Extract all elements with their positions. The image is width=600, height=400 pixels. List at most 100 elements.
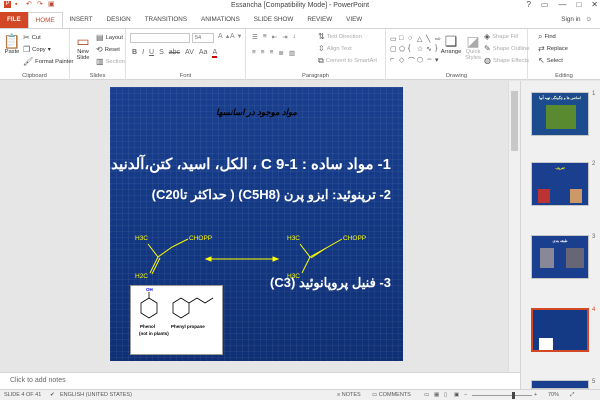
tab-slide-show[interactable]: SLIDE SHOW: [247, 12, 301, 28]
smiley-icon[interactable]: ☺: [586, 16, 592, 28]
tab-insert[interactable]: INSERT: [63, 12, 100, 28]
shape-fill-button[interactable]: ◈ Shape Fill: [484, 32, 518, 41]
spacing-button[interactable]: AV: [185, 49, 194, 58]
bullets-icon[interactable]: ☰: [252, 33, 258, 41]
align-left-icon[interactable]: ≡: [252, 49, 256, 57]
comments-toggle[interactable]: ▭ COMMENTS: [372, 392, 411, 398]
align-center-icon[interactable]: ≡: [261, 49, 265, 57]
smartart-button[interactable]: ⧉ Convert to SmartArt: [318, 56, 377, 66]
scrollbar-thumb[interactable]: [511, 91, 518, 151]
paste-button[interactable]: 📋 Paste: [3, 33, 21, 55]
minimize-button[interactable]: —: [558, 0, 566, 9]
reset-button[interactable]: ⟲ Reset: [96, 45, 120, 54]
thumbnail-slide-4[interactable]: [531, 308, 589, 352]
rounded-rect-shape-icon[interactable]: ▢: [390, 45, 398, 54]
tab-design[interactable]: DESIGN: [100, 12, 138, 28]
decrease-indent-icon[interactable]: ⇤: [272, 33, 277, 41]
font-name-field[interactable]: [130, 33, 190, 43]
tab-review[interactable]: REVIEW: [300, 12, 339, 28]
tab-home[interactable]: HOME: [27, 12, 63, 28]
case-button[interactable]: Aa: [199, 49, 208, 58]
maximize-button[interactable]: □: [576, 0, 581, 9]
strikethrough-button[interactable]: abc: [169, 49, 180, 58]
columns-icon[interactable]: ▥: [289, 49, 295, 57]
hexagon-shape-icon[interactable]: ⬡: [417, 56, 425, 67]
triangle-shape-icon[interactable]: △: [417, 35, 425, 44]
oval-shape-icon[interactable]: ○: [408, 35, 416, 44]
quick-styles-button[interactable]: ◪ Quick Styles: [462, 33, 484, 61]
zoom-in-button[interactable]: +: [534, 392, 537, 398]
l-shape-icon[interactable]: ⌐: [390, 56, 398, 67]
bold-button[interactable]: B: [132, 49, 137, 58]
curve-shape-icon[interactable]: ∿: [426, 45, 434, 54]
sign-in-link[interactable]: Sign in: [561, 16, 580, 28]
thumbnail-slide-3[interactable]: طبقه بندی: [531, 235, 589, 279]
replace-button[interactable]: ⇄ Replace: [538, 44, 568, 53]
notes-toggle[interactable]: ≡ NOTES: [337, 392, 361, 398]
font-color-button[interactable]: A: [212, 49, 218, 58]
shrink-font-button[interactable]: A ▼: [230, 33, 242, 40]
new-slide-button[interactable]: ▭ New Slide: [72, 33, 94, 61]
slide-sorter-icon[interactable]: ▦: [434, 392, 439, 398]
ribbon-display-button[interactable]: ▭: [541, 0, 549, 9]
zoom-level[interactable]: 70%: [548, 392, 559, 398]
double-arrow-shape-icon[interactable]: ⇔: [426, 56, 434, 67]
language-indicator[interactable]: ENGLISH (UNITED STATES): [60, 392, 132, 398]
arrange-button[interactable]: ❏ Arrange: [440, 33, 462, 55]
select-button[interactable]: ↖ Select: [538, 56, 563, 65]
pentagon-shape-icon[interactable]: ⬠: [399, 45, 407, 54]
zoom-slider[interactable]: [472, 392, 532, 399]
justify-icon[interactable]: ≣: [278, 49, 283, 57]
normal-view-icon[interactable]: ▭: [424, 392, 429, 398]
shape-outline-button[interactable]: ✎ Shape Outline: [484, 44, 529, 53]
thumbnail-slide-5[interactable]: [531, 380, 589, 389]
thumbnail-slide-1[interactable]: اسانس ها و چگونگی تهیه آنها: [531, 92, 589, 136]
shapes-gallery[interactable]: ▭ □ ○ △ ╲ ⇨ ▢ ⬠{☆ ∿} ⌐ ◇ ⌒ ⬡ ⇔ ▾: [390, 35, 441, 67]
layout-button[interactable]: ▤ Layout: [96, 33, 123, 42]
zoom-slider-knob[interactable]: [512, 392, 515, 399]
font-size-field[interactable]: 54: [192, 33, 214, 43]
copy-button[interactable]: ❐ Copy ▾: [23, 45, 51, 54]
help-button[interactable]: ?: [526, 0, 530, 9]
editor-scrollbar[interactable]: [508, 81, 520, 372]
find-button[interactable]: ⌕ Find: [538, 32, 556, 42]
diamond-shape-icon[interactable]: ◇: [399, 56, 407, 67]
numbering-icon[interactable]: ≡: [263, 33, 267, 41]
phenol-structure-image[interactable]: OH Phenol Phenyl propane (not in plants): [130, 285, 223, 355]
zoom-out-button[interactable]: −: [464, 392, 467, 398]
grow-font-button[interactable]: A ▲: [218, 33, 230, 40]
rect-shape-icon[interactable]: □: [399, 35, 407, 44]
thumbnail-slide-2[interactable]: تعریف: [531, 162, 589, 206]
align-right-icon[interactable]: ≡: [270, 49, 274, 57]
underline-button[interactable]: U: [149, 49, 154, 58]
section-button[interactable]: ▥ Section: [96, 57, 125, 66]
shape-effects-button[interactable]: ◍ Shape Effects: [484, 56, 529, 65]
italic-button[interactable]: I: [142, 49, 144, 58]
shadow-button[interactable]: S: [159, 49, 164, 58]
reading-view-icon[interactable]: ▯: [444, 392, 447, 398]
format-painter-button[interactable]: 🖌 Format Painter: [23, 57, 74, 66]
slideshow-view-icon[interactable]: ▣: [454, 392, 459, 398]
brace-shape-icon[interactable]: {: [408, 45, 416, 54]
line-shape-icon[interactable]: ╲: [426, 35, 434, 44]
editing-group: ⌕ Find ⇄ Replace ↖ Select Editing: [528, 29, 600, 80]
tab-animations[interactable]: ANIMATIONS: [194, 12, 247, 28]
slide-bullet-3[interactable]: 3- فنیل پروپانوئید (C3): [270, 275, 391, 291]
textbox-shape-icon[interactable]: ▭: [390, 35, 398, 44]
arc-shape-icon[interactable]: ⌒: [408, 56, 416, 67]
spelling-icon[interactable]: ✔: [50, 392, 55, 398]
tab-file[interactable]: FILE: [0, 12, 28, 28]
align-text-button[interactable]: ⇳ Align Text: [318, 44, 352, 53]
current-slide[interactable]: مواد موجود در اسانسها 1- مواد ساده : C 9…: [110, 87, 403, 361]
more-shapes-icon[interactable]: ▾: [435, 56, 443, 67]
cut-button[interactable]: ✂ Cut: [23, 33, 41, 42]
text-direction-button[interactable]: ⇅ Text Direction: [318, 32, 362, 41]
notes-pane[interactable]: Click to add notes: [0, 372, 520, 389]
star-shape-icon[interactable]: ☆: [417, 45, 425, 54]
line-spacing-icon[interactable]: ↕: [293, 33, 296, 41]
increase-indent-icon[interactable]: ⇥: [282, 33, 287, 41]
tab-view[interactable]: VIEW: [339, 12, 369, 28]
fit-to-window-icon[interactable]: ⤢: [570, 392, 574, 399]
close-button[interactable]: ✕: [591, 0, 598, 9]
tab-transitions[interactable]: TRANSITIONS: [138, 12, 194, 28]
